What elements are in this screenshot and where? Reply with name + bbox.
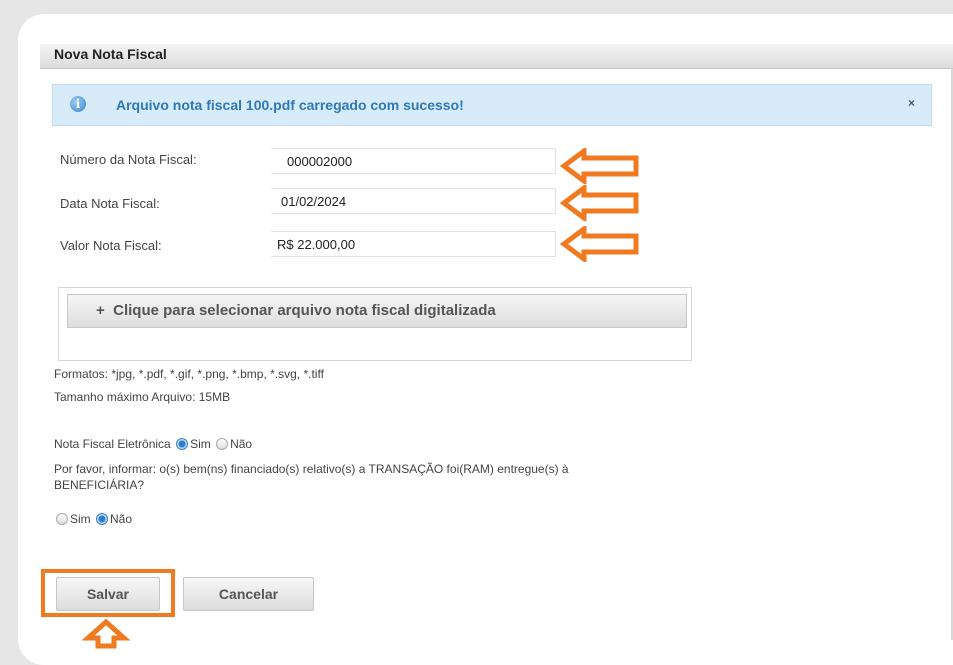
- entrega-radio-row: Sim Não: [54, 512, 132, 526]
- entrega-question-line2: BENEFICIÁRIA?: [54, 478, 145, 492]
- entrega-nao-label: Não: [110, 512, 133, 526]
- success-notice: i Arquivo nota fiscal 100.pdf carregado …: [52, 84, 932, 126]
- upload-area: + Clique para selecionar arquivo nota fi…: [58, 287, 692, 361]
- select-file-button[interactable]: + Clique para selecionar arquivo nota fi…: [67, 294, 687, 328]
- entrega-question-line1: Por favor, informar: o(s) bem(ns) financ…: [54, 462, 569, 476]
- close-icon[interactable]: ×: [908, 96, 915, 110]
- max-size-text: Tamanho máximo Arquivo: 15MB: [54, 390, 231, 404]
- numero-label: Número da Nota Fiscal:: [60, 152, 197, 167]
- arrow-left-icon: [560, 226, 639, 262]
- arrow-up-icon: [82, 619, 130, 649]
- cancel-button[interactable]: Cancelar: [183, 577, 314, 611]
- nfe-sim-radio[interactable]: [176, 438, 189, 450]
- formats-text: Formatos: *jpg, *.pdf, *.gif, *.png, *.b…: [54, 367, 324, 381]
- upload-button-label: + Clique para selecionar arquivo nota fi…: [96, 302, 496, 319]
- dialog-header: Nova Nota Fiscal: [40, 44, 953, 69]
- valor-label: Valor Nota Fiscal:: [60, 238, 162, 253]
- nfe-sim-label: Sim: [190, 437, 211, 451]
- valor-input[interactable]: R$ 22.000,00: [271, 231, 556, 257]
- entrega-sim-label: Sim: [70, 512, 91, 526]
- info-icon: i: [70, 96, 86, 112]
- dialog-title: Nova Nota Fiscal: [54, 46, 167, 62]
- data-input[interactable]: 01/02/2024: [271, 188, 556, 214]
- nfe-nao-radio[interactable]: [216, 438, 229, 450]
- nfe-label: Nota Fiscal Eletrônica: [54, 437, 171, 451]
- arrow-left-icon: [560, 148, 639, 184]
- plus-icon: +: [96, 302, 105, 319]
- numero-input[interactable]: 000002000: [271, 148, 556, 174]
- notice-message: Arquivo nota fiscal 100.pdf carregado co…: [116, 97, 464, 113]
- nfe-row: Nota Fiscal Eletrônica Sim Não: [54, 437, 252, 451]
- data-label: Data Nota Fiscal:: [60, 196, 160, 211]
- upload-label-text: Clique para selecionar arquivo nota fisc…: [113, 302, 496, 319]
- save-button[interactable]: Salvar: [56, 577, 160, 611]
- entrega-nao-radio[interactable]: [96, 513, 109, 525]
- arrow-left-icon: [560, 185, 639, 221]
- nfe-nao-label: Não: [230, 437, 253, 451]
- entrega-sim-radio[interactable]: [56, 513, 68, 525]
